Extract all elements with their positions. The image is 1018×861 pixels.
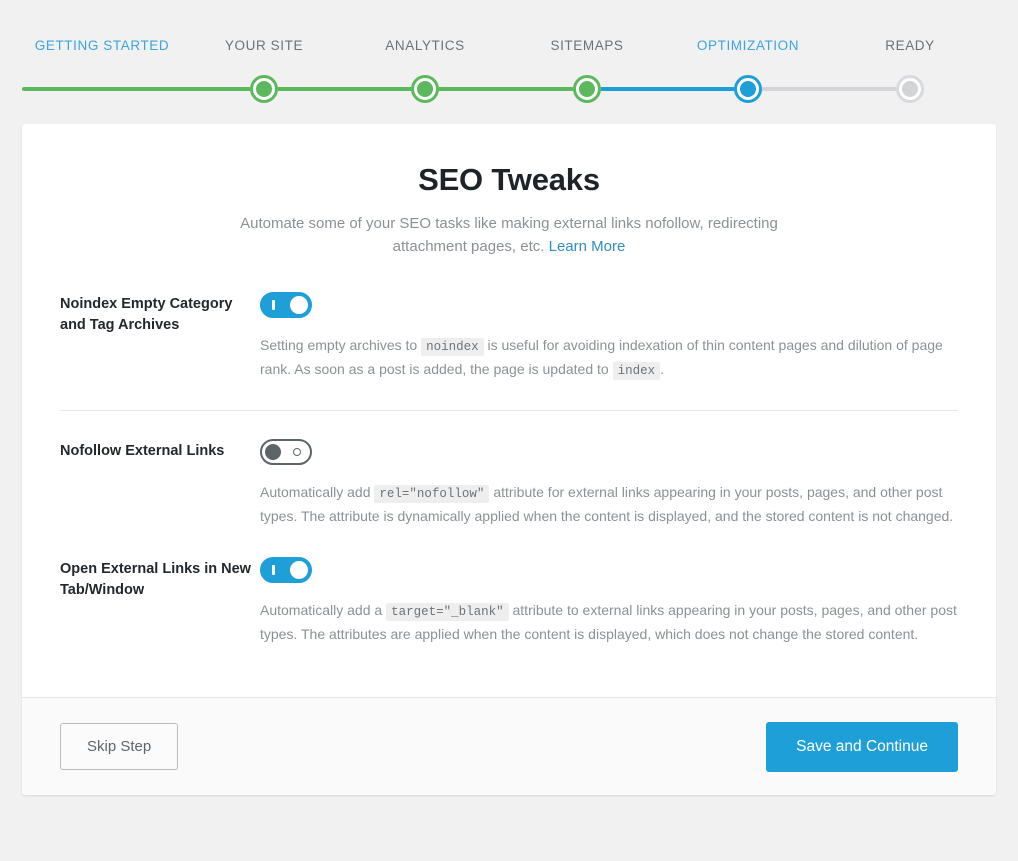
page-title: SEO Tweaks: [418, 162, 600, 197]
toggle-knob: [265, 444, 281, 460]
card-body: SEO Tweaks Automate some of your SEO tas…: [22, 124, 996, 697]
setting-row: Noindex Empty Category and Tag Archives S…: [60, 292, 958, 411]
wizard-track-segment: [264, 87, 425, 91]
toggle-switch-on[interactable]: [260, 292, 312, 318]
wizard-track-segment: [587, 87, 748, 91]
setting-content: Automatically add a target="_blank" attr…: [260, 557, 958, 645]
wizard-progress-track: [0, 72, 1018, 106]
step-dot-inner-fill: [256, 81, 272, 97]
wizard-step-dot-analytics[interactable]: [411, 75, 439, 103]
step-dot-inner-fill: [579, 81, 595, 97]
setting-row: Open External Links in New Tab/Window Aut…: [60, 557, 958, 675]
wizard-track-segment: [425, 87, 587, 91]
learn-more-link[interactable]: Learn More: [549, 238, 626, 255]
setting-row: Nofollow External Links Automatically add…: [60, 439, 958, 557]
inline-code: rel="nofollow": [374, 485, 490, 503]
card-footer: Skip Step Save and Continue: [22, 697, 996, 795]
setting-description: Automatically add a target="_blank" attr…: [260, 599, 958, 645]
wizard-step-dot-ready[interactable]: [896, 75, 924, 103]
toggle-knob: [290, 561, 308, 579]
setting-content: Setting empty archives to noindex is use…: [260, 292, 958, 382]
step-dot-inner-fill: [902, 81, 918, 97]
toggle-on-bar-icon: [272, 300, 275, 310]
step-dot-inner-fill: [740, 81, 756, 97]
toggle-switch-off[interactable]: [260, 439, 312, 465]
setup-wizard-progress: GETTING STARTED YOUR SITE ANALYTICS SITEMAP…: [0, 0, 1018, 103]
description-text: Setting empty archives to: [260, 337, 422, 353]
settings-list: Noindex Empty Category and Tag Archives S…: [60, 292, 958, 675]
seo-tweaks-card: SEO Tweaks Automate some of your SEO tas…: [22, 124, 996, 795]
wizard-step-label-getting-started[interactable]: GETTING STARTED: [35, 38, 170, 53]
setting-description: Setting empty archives to noindex is use…: [260, 334, 958, 382]
toggle-switch-on[interactable]: [260, 557, 312, 583]
page-subtitle: Automate some of your SEO tasks like mak…: [229, 212, 789, 258]
wizard-step-label-analytics[interactable]: ANALYTICS: [385, 38, 464, 53]
description-text: .: [660, 361, 664, 377]
inline-code: target="_blank": [386, 603, 509, 621]
wizard-step-label-ready[interactable]: READY: [885, 38, 935, 53]
subtitle-text: Automate some of your SEO tasks like mak…: [240, 215, 778, 255]
toggle-off-circle-icon: [293, 448, 301, 456]
description-text: Automatically add a: [260, 602, 387, 618]
wizard-step-dot-your-site[interactable]: [250, 75, 278, 103]
inline-code: noindex: [421, 338, 484, 356]
step-dot-inner-fill: [417, 81, 433, 97]
inline-code: index: [612, 362, 661, 380]
wizard-step-label-your-site[interactable]: YOUR SITE: [225, 38, 303, 53]
setting-content: Automatically add rel="nofollow" attribu…: [260, 439, 958, 527]
toggle-knob: [290, 296, 308, 314]
wizard-step-label-sitemaps[interactable]: SITEMAPS: [550, 38, 623, 53]
skip-step-button[interactable]: Skip Step: [60, 723, 179, 770]
wizard-step-labels: GETTING STARTED YOUR SITE ANALYTICS SITEMAP…: [0, 38, 1018, 60]
wizard-track-segment: [22, 87, 264, 91]
wizard-step-label-optimization[interactable]: OPTIMIZATION: [697, 38, 799, 53]
description-text: Automatically add: [260, 484, 375, 500]
toggle-on-bar-icon: [272, 565, 275, 575]
wizard-step-dot-sitemaps[interactable]: [573, 75, 601, 103]
save-and-continue-button[interactable]: Save and Continue: [766, 721, 958, 772]
wizard-track-segment: [748, 87, 910, 91]
setting-description: Automatically add rel="nofollow" attribu…: [260, 481, 958, 527]
setting-label: Open External Links in New Tab/Window: [60, 561, 251, 598]
wizard-step-dot-optimization[interactable]: [734, 75, 762, 103]
setting-label: Noindex Empty Category and Tag Archives: [60, 296, 233, 333]
setting-label: Nofollow External Links: [60, 443, 225, 459]
